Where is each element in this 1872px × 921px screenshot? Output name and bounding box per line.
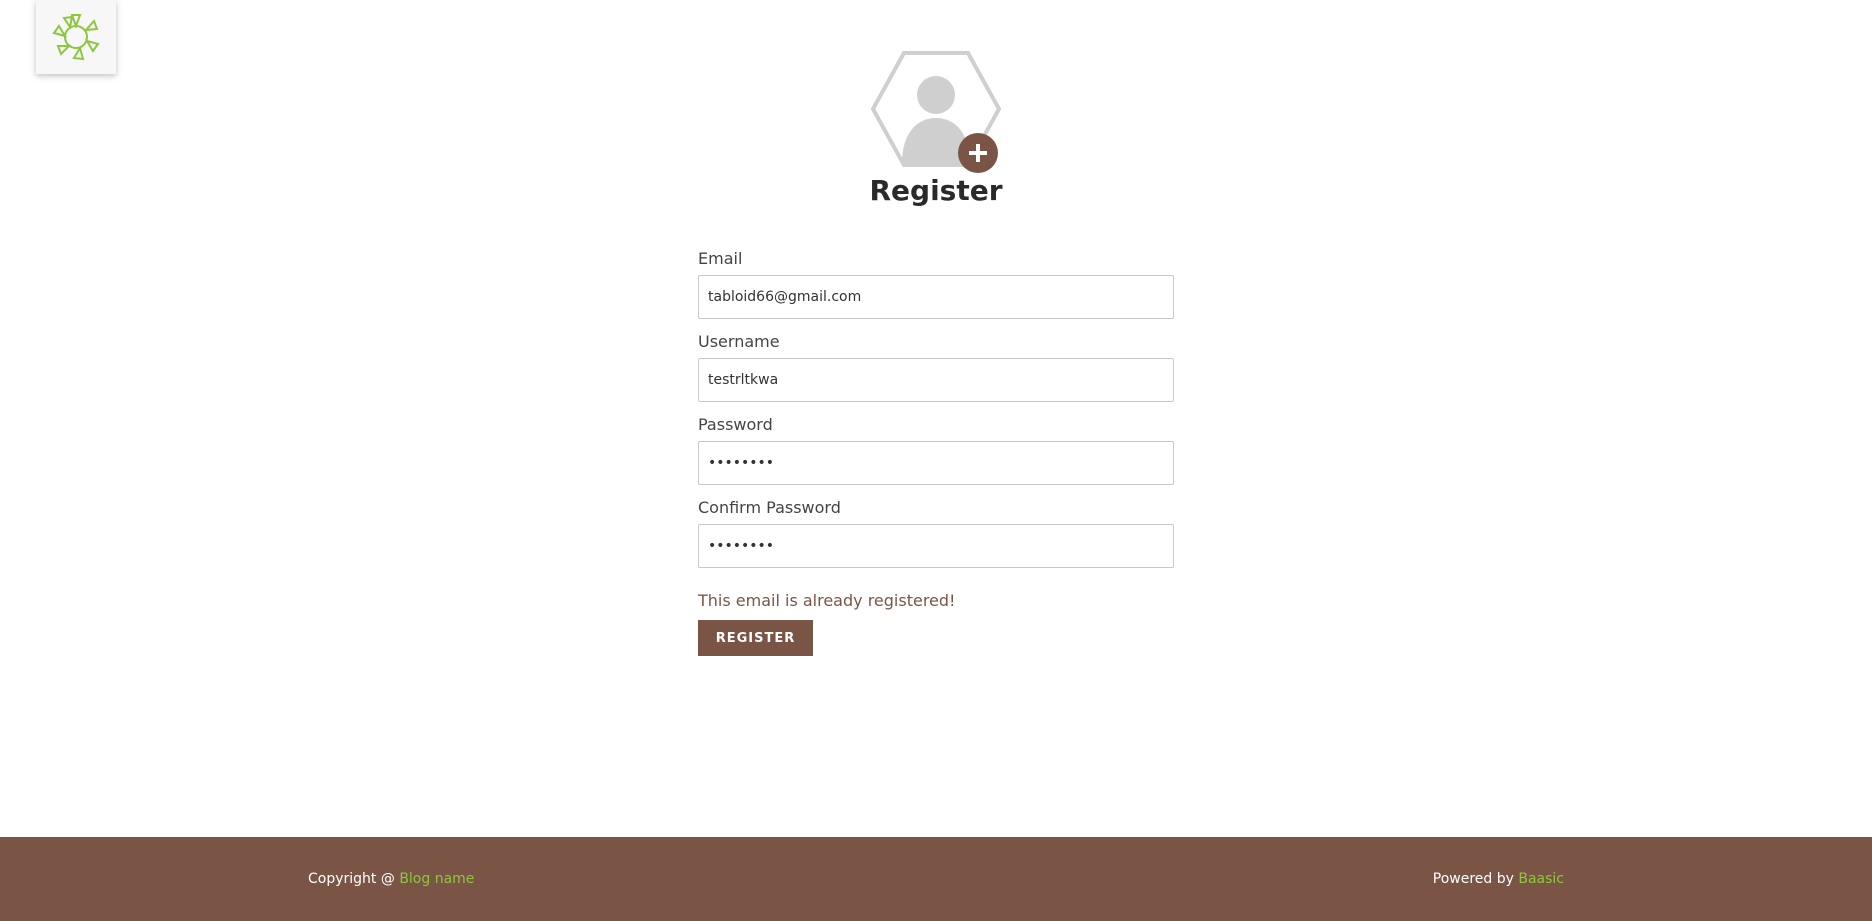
copyright-text: Copyright @ <box>308 871 400 887</box>
footer-powered-by: Powered by Baasic <box>1433 837 1564 921</box>
email-label: Email <box>698 249 743 268</box>
powered-by-text: Powered by <box>1432 871 1519 887</box>
footer: Copyright @ Blog name Powered by Baasic <box>0 837 1872 921</box>
sun-logo-icon <box>52 14 100 61</box>
footer-copyright: Copyright @ Blog name <box>308 837 474 921</box>
confirm-password-group: Confirm Password <box>698 497 1174 580</box>
error-message: This email is already registered! <box>698 591 956 610</box>
password-label: Password <box>698 415 773 434</box>
register-form: Email Username Password Confirm Password <box>698 248 1174 580</box>
confirm-password-label: Confirm Password <box>698 498 841 517</box>
email-group: Email <box>698 248 1174 331</box>
register-button[interactable]: REGISTER <box>698 620 813 656</box>
baasic-link[interactable]: Baasic <box>1518 871 1564 887</box>
password-field[interactable] <box>698 441 1174 485</box>
blog-name-link[interactable]: Blog name <box>399 871 474 887</box>
home-logo-link[interactable] <box>36 0 116 74</box>
add-avatar-button[interactable] <box>958 133 998 173</box>
password-group: Password <box>698 414 1174 497</box>
email-field[interactable] <box>698 275 1174 319</box>
plus-icon <box>969 144 987 162</box>
username-field[interactable] <box>698 358 1174 402</box>
confirm-password-field[interactable] <box>698 524 1174 568</box>
register-page: Register Email Username Password Confirm… <box>0 0 1872 921</box>
username-label: Username <box>698 332 780 351</box>
page-title: Register <box>869 174 1003 207</box>
username-group: Username <box>698 331 1174 414</box>
